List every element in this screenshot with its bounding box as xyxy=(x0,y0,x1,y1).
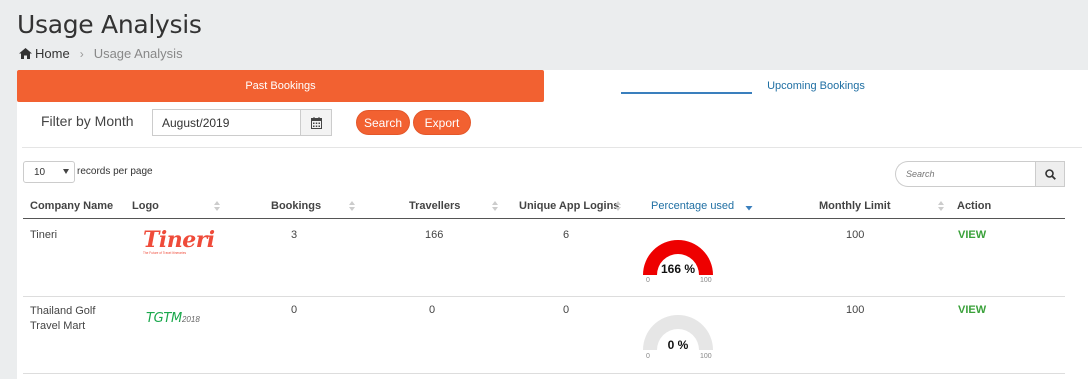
table-header: Company Name Logo Bookings Travellers Un… xyxy=(23,196,1065,219)
search-button[interactable]: Search xyxy=(356,110,410,135)
home-icon xyxy=(19,48,32,59)
company-logo: TGTM2018 xyxy=(146,311,200,326)
breadcrumb-current: Usage Analysis xyxy=(93,46,183,61)
logo-tagline: The Future of Travel Itineraries xyxy=(143,251,187,255)
breadcrumb: Home › Usage Analysis xyxy=(19,46,183,61)
col-percentage-used[interactable]: Percentage used xyxy=(651,200,734,212)
col-monthly-limit[interactable]: Monthly Limit xyxy=(819,200,891,212)
unique-logins-value: 0 xyxy=(563,304,570,316)
chevron-right-icon: › xyxy=(79,46,84,61)
export-button[interactable]: Export xyxy=(413,110,471,135)
view-link[interactable]: VIEW xyxy=(958,304,986,316)
filter-month-label: Filter by Month xyxy=(41,113,134,129)
gauge-min-label: 0 xyxy=(646,353,650,360)
col-unique-app-logins[interactable]: Unique App Logins xyxy=(519,200,619,212)
col-bookings[interactable]: Bookings xyxy=(271,200,321,212)
bookings-value: 0 xyxy=(291,304,298,316)
sort-icon[interactable] xyxy=(491,200,499,212)
travellers-value: 0 xyxy=(429,304,436,316)
table-row: Tineri Tineri The Future of Travel Itine… xyxy=(23,220,1065,297)
tab-upcoming-bookings[interactable]: Upcoming Bookings xyxy=(544,70,1088,102)
logo-text: Tineri xyxy=(143,227,215,253)
tab-past-bookings[interactable]: Past Bookings xyxy=(17,70,544,102)
travellers-value: 166 xyxy=(425,229,444,241)
monthly-limit-value: 100 xyxy=(846,304,865,316)
table-row: Thailand Golf Travel Mart TGTM2018 0 0 0… xyxy=(23,297,1065,374)
calendar-icon xyxy=(310,116,322,129)
col-travellers[interactable]: Travellers xyxy=(409,200,460,212)
divider xyxy=(22,147,1082,148)
gauge-max-label: 100 xyxy=(700,277,712,284)
sort-icon[interactable] xyxy=(614,200,622,212)
page-title: Usage Analysis xyxy=(17,10,202,39)
sort-icon[interactable] xyxy=(348,200,356,212)
sort-icon[interactable] xyxy=(937,200,945,212)
breadcrumb-home-link[interactable]: Home xyxy=(35,46,70,61)
page-size-value: 10 xyxy=(34,166,46,178)
col-company-name[interactable]: Company Name xyxy=(30,200,113,212)
gauge-value: 166 % xyxy=(660,262,696,276)
sort-icon[interactable] xyxy=(213,200,221,212)
col-logo[interactable]: Logo xyxy=(132,200,159,212)
gauge-value: 0 % xyxy=(667,338,689,352)
usage-card: Past Bookings Upcoming Bookings Filter b… xyxy=(17,70,1088,379)
logo-text: TGTM xyxy=(146,311,182,326)
company-logo: Tineri The Future of Travel Itineraries xyxy=(143,227,215,255)
view-link[interactable]: VIEW xyxy=(958,229,986,241)
logo-year: 2018 xyxy=(181,315,200,324)
bookings-value: 3 xyxy=(291,229,298,241)
per-page-label: records per page xyxy=(77,166,153,177)
booking-tabs: Past Bookings Upcoming Bookings xyxy=(17,70,1088,102)
search-icon xyxy=(1044,168,1056,180)
company-name: Tineri xyxy=(30,229,58,241)
sorted-column-indicator xyxy=(621,92,752,94)
page-size-select[interactable]: 10 xyxy=(23,161,75,183)
monthly-limit-value: 100 xyxy=(846,229,865,241)
month-input[interactable] xyxy=(152,109,301,136)
caret-down-icon xyxy=(63,169,69,174)
calendar-button[interactable] xyxy=(300,109,332,136)
sort-desc-icon[interactable] xyxy=(745,202,753,214)
table-search-input[interactable] xyxy=(895,161,1036,187)
gauge-max-label: 100 xyxy=(700,353,712,360)
gauge-min-label: 0 xyxy=(646,277,650,284)
col-action[interactable]: Action xyxy=(957,200,991,212)
unique-logins-value: 6 xyxy=(563,229,570,241)
company-name: Thailand Golf Travel Mart xyxy=(30,305,96,332)
table-search-button[interactable] xyxy=(1035,161,1065,187)
